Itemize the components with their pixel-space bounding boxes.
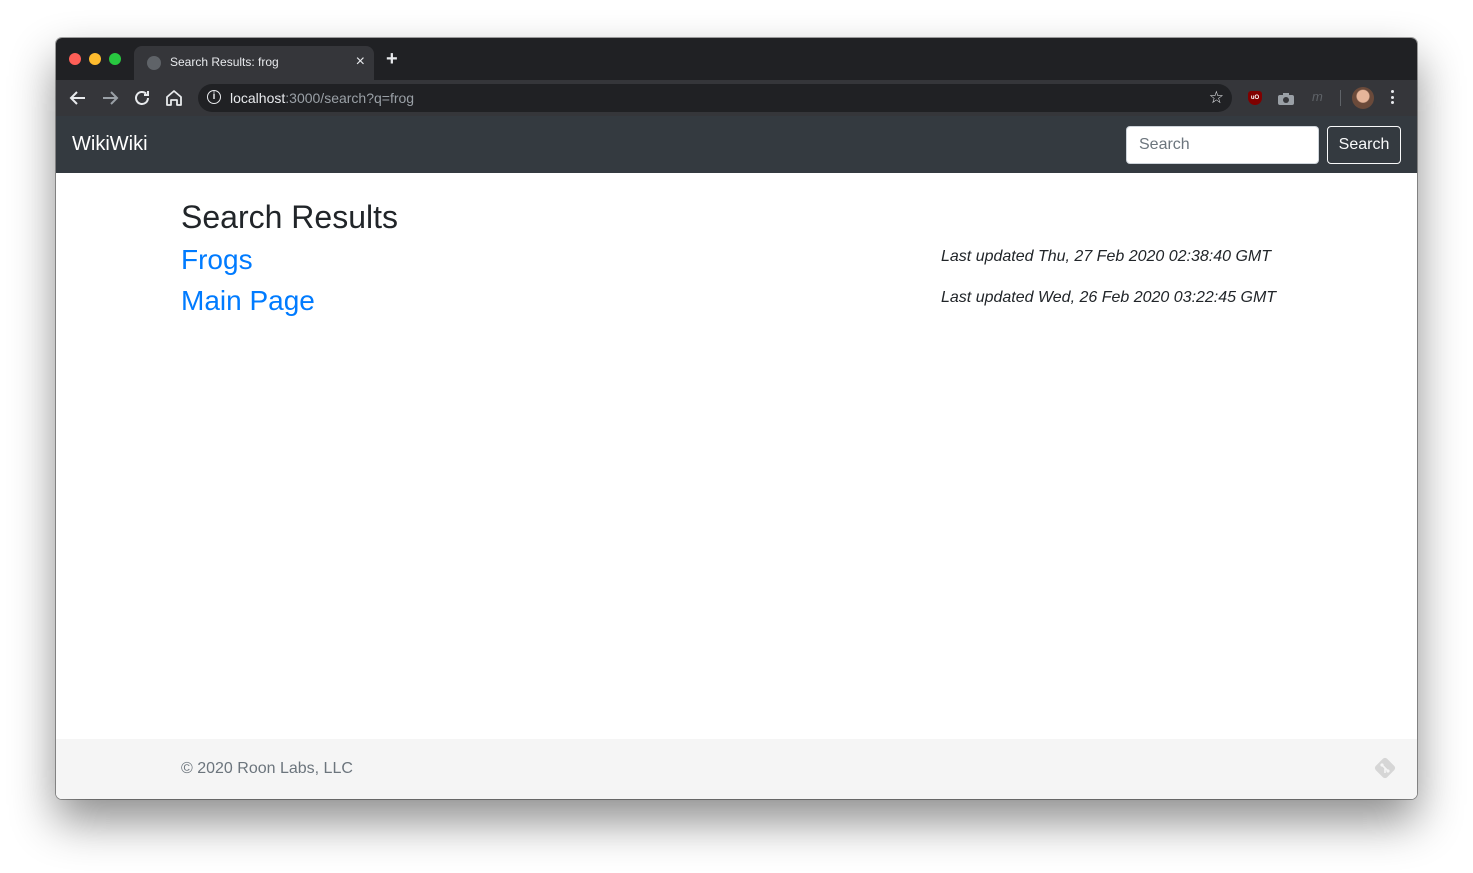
m-extension-icon[interactable]: m [1312,89,1323,104]
browser-toolbar: i localhost:3000/search?q=frog ☆ uO m [56,80,1417,116]
forward-button[interactable] [98,86,122,110]
arrow-right-icon [103,91,119,105]
back-button[interactable] [66,86,90,110]
search-input[interactable] [1126,126,1319,164]
ublock-extension-icon[interactable]: uO [1248,91,1262,105]
browser-tab[interactable]: Search Results: frog × [134,46,374,80]
toolbar-divider [1340,90,1341,106]
url-text[interactable]: localhost:3000/search?q=frog [230,90,414,106]
search-result: Frogs Last updated Thu, 27 Feb 2020 02:3… [181,243,1271,279]
arrow-left-icon [69,91,85,105]
result-link[interactable]: Main Page [181,284,315,318]
site-brand-link[interactable]: WikiWiki [72,132,148,156]
git-logo-icon [1372,755,1398,781]
tab-strip: Search Results: frog × + [56,38,1417,80]
result-link[interactable]: Frogs [181,243,253,277]
search-button[interactable]: Search [1327,126,1401,164]
close-tab-icon[interactable]: × [356,52,365,72]
result-updated-date: Last updated Thu, 27 Feb 2020 02:38:40 G… [941,248,1271,265]
home-button[interactable] [162,86,186,110]
camera-extension-icon[interactable] [1278,92,1294,105]
maximize-window-button[interactable] [109,53,121,65]
home-icon [166,90,182,106]
minimize-window-button[interactable] [89,53,101,65]
bookmark-star-icon[interactable]: ☆ [1209,88,1224,108]
copyright-text: © 2020 Roon Labs, LLC [181,760,353,777]
globe-icon [147,56,161,70]
info-icon[interactable]: i [207,90,221,104]
site-navbar: WikiWiki Search [56,116,1417,173]
profile-avatar[interactable] [1352,87,1374,109]
new-tab-button[interactable]: + [386,49,398,69]
page-title: Search Results [181,199,398,235]
site-footer: © 2020 Roon Labs, LLC [56,739,1417,799]
search-result: Main Page Last updated Wed, 26 Feb 2020 … [181,284,1276,320]
reload-icon [135,91,149,105]
address-bar[interactable]: i localhost:3000/search?q=frog ☆ [198,84,1232,112]
page-viewport: WikiWiki Search Search Results Frogs Las… [56,116,1417,799]
browser-window: Search Results: frog × + i localhost:300… [56,38,1417,799]
result-updated-date: Last updated Wed, 26 Feb 2020 03:22:45 G… [941,289,1277,306]
tab-title: Search Results: frog [170,55,279,69]
close-window-button[interactable] [69,53,81,65]
reload-button[interactable] [130,86,154,110]
browser-menu-icon[interactable] [1390,90,1394,106]
